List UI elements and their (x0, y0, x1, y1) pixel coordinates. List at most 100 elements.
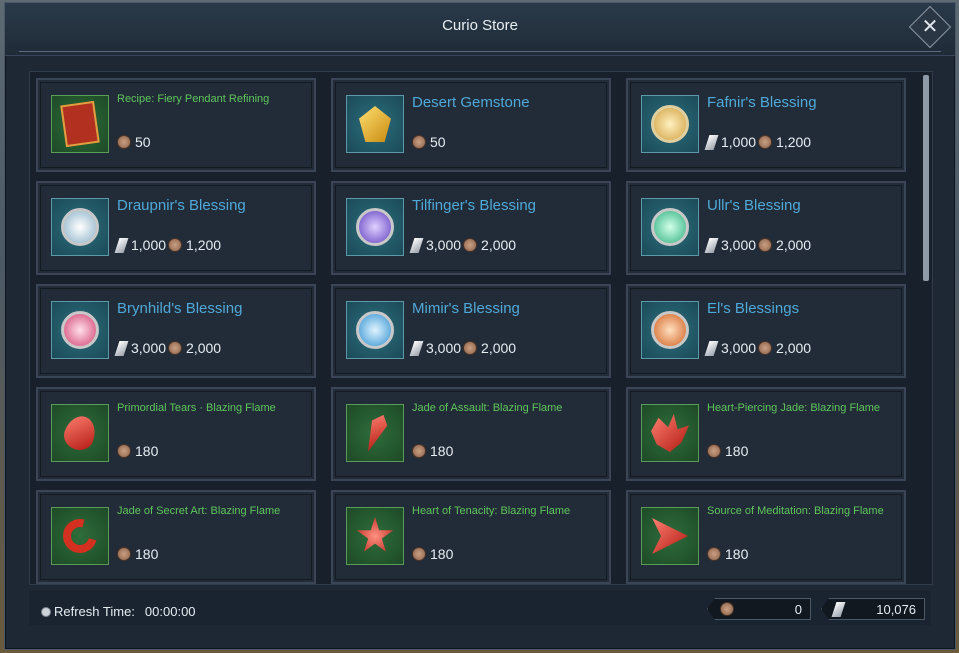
price-amount: 2,000 (776, 237, 812, 253)
shard-icon (409, 340, 424, 356)
red-crescent-gem-icon (51, 507, 109, 565)
coin-icon (707, 444, 721, 458)
coin-icon (117, 547, 131, 561)
item-price: 3,000 2,000 (704, 237, 813, 253)
item-price: 50 (412, 134, 448, 150)
coin-icon (707, 547, 721, 561)
store-item-card[interactable]: Brynhild's Blessing 3,000 2,000 (36, 284, 316, 378)
store-item-card[interactable]: Source of Meditation: Blazing Flame 180 (626, 490, 906, 584)
store-item-card[interactable]: Mimir's Blessing 3,000 2,000 (331, 284, 611, 378)
store-item-card[interactable]: Jade of Assault: Blazing Flame 180 (331, 387, 611, 481)
price-amount: 180 (430, 546, 454, 562)
curio-store-window: Curio Store ✕ Recipe: Fiery Pendant Refi… (4, 2, 956, 650)
price-amount: 3,000 (131, 340, 167, 356)
close-icon: ✕ (921, 16, 939, 38)
store-item-card[interactable]: Desert Gemstone 50 (331, 78, 611, 172)
title-divider (19, 51, 941, 52)
price-amount: 3,000 (426, 237, 462, 253)
store-item-card[interactable]: Heart-Piercing Jade: Blazing Flame 180 (626, 387, 906, 481)
item-name: Desert Gemstone (412, 94, 530, 111)
shard-balance-value: 10,076 (876, 601, 916, 617)
coin-icon (463, 238, 478, 252)
price-amount: 1,200 (776, 134, 812, 150)
price-amount: 180 (725, 443, 749, 459)
shard-icon (704, 134, 719, 150)
store-item-card[interactable]: El's Blessings 3,000 2,000 (626, 284, 906, 378)
coin-icon (117, 444, 131, 458)
coin-icon (463, 341, 478, 355)
price-amount: 1,000 (721, 134, 757, 150)
coin-icon (117, 135, 131, 149)
title-bar: Curio Store ✕ (5, 3, 955, 56)
white-orb-icon (51, 198, 109, 256)
price-amount: 3,000 (721, 237, 757, 253)
item-price: 180 (412, 546, 455, 562)
red-crystal-cluster-icon (641, 404, 699, 462)
refresh-label: Refresh Time: (54, 604, 135, 619)
coin-icon (412, 444, 426, 458)
coin-icon (168, 341, 183, 355)
refresh-timer: Refresh Time: 00:00:00 (41, 604, 196, 619)
coin-icon (412, 547, 426, 561)
red-teardrop-gem-icon (51, 404, 109, 462)
item-name: Ullr's Blessing (707, 197, 801, 214)
coin-balance: 0 (707, 598, 811, 620)
price-amount: 180 (135, 546, 159, 562)
item-price: 1,000 1,200 (114, 237, 223, 253)
store-item-card[interactable]: Recipe: Fiery Pendant Refining 50 (36, 78, 316, 172)
store-item-card[interactable]: Fafnir's Blessing 1,000 1,200 (626, 78, 906, 172)
store-item-card[interactable]: Tilfinger's Blessing 3,000 2,000 (331, 181, 611, 275)
footer: Refresh Time: 00:00:00 0 10,076 (29, 591, 931, 625)
red-star-gem-icon (346, 507, 404, 565)
price-amount: 3,000 (721, 340, 757, 356)
item-price: 180 (117, 443, 160, 459)
item-name: Tilfinger's Blessing (412, 197, 537, 214)
price-amount: 180 (430, 443, 454, 459)
red-shard-gem-icon (346, 404, 404, 462)
item-price: 50 (117, 134, 153, 150)
store-item-card[interactable]: Jade of Secret Art: Blazing Flame 180 (36, 490, 316, 584)
price-amount: 180 (725, 546, 749, 562)
clock-icon (41, 606, 51, 617)
store-item-card[interactable]: Heart of Tenacity: Blazing Flame 180 (331, 490, 611, 584)
coin-icon (720, 602, 734, 616)
item-price: 3,000 2,000 (409, 237, 518, 253)
coin-icon (168, 238, 183, 252)
price-amount: 1,200 (186, 237, 222, 253)
price-amount: 2,000 (481, 340, 517, 356)
item-name: Heart-Piercing Jade: Blazing Flame (707, 402, 881, 414)
purple-orb-icon (346, 198, 404, 256)
store-item-card[interactable]: Ullr's Blessing 3,000 2,000 (626, 181, 906, 275)
item-price: 180 (412, 443, 455, 459)
item-name: Heart of Tenacity: Blazing Flame (412, 505, 571, 517)
red-triangle-gem-icon (641, 507, 699, 565)
green-orb-icon (641, 198, 699, 256)
item-name: Mimir's Blessing (412, 300, 520, 317)
gold-gemstone-icon (346, 95, 404, 153)
item-price: 3,000 2,000 (704, 340, 813, 356)
item-price: 3,000 2,000 (409, 340, 518, 356)
shard-icon (409, 237, 424, 253)
refresh-time: 00:00:00 (144, 604, 196, 619)
item-grid: Recipe: Fiery Pendant Refining 50 Desert G… (36, 78, 906, 584)
shard-icon (831, 602, 846, 617)
price-amount: 2,000 (776, 340, 812, 356)
window-title: Curio Store (442, 17, 518, 34)
shard-icon (114, 340, 129, 356)
price-amount: 2,000 (186, 340, 222, 356)
item-price: 1,000 1,200 (704, 134, 813, 150)
item-name: Fafnir's Blessing (707, 94, 817, 111)
blue-orb-icon (346, 301, 404, 359)
scrollbar-thumb[interactable] (923, 75, 929, 281)
item-name: El's Blessings (707, 300, 800, 317)
coin-balance-value: 0 (794, 601, 802, 617)
item-price: 180 (707, 546, 750, 562)
price-amount: 50 (135, 134, 151, 150)
item-price: 3,000 2,000 (114, 340, 223, 356)
store-item-card[interactable]: Primordial Tears · Blazing Flame 180 (36, 387, 316, 481)
orange-orb-icon (641, 301, 699, 359)
price-amount: 1,000 (131, 237, 167, 253)
store-item-card[interactable]: Draupnir's Blessing 1,000 1,200 (36, 181, 316, 275)
close-button[interactable]: ✕ (908, 5, 952, 49)
item-name: Recipe: Fiery Pendant Refining (117, 93, 270, 105)
